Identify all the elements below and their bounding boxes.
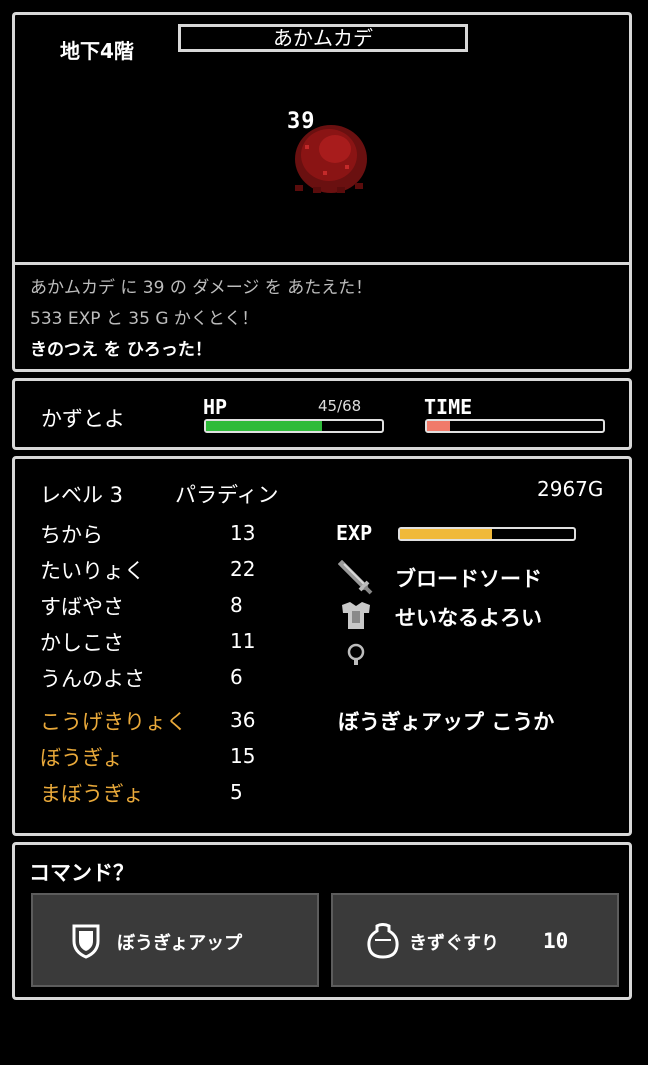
potion-label: きずぐすり — [409, 933, 499, 954]
stats-panel: レベル 3 パラディン 2967G ちから 13 たいりょく 22 すばやさ 8… — [12, 456, 632, 836]
command-panel: コマンド？ ぼうぎょアップ きずぐすり 10 — [12, 842, 632, 1000]
stat-value: 6 — [230, 665, 243, 689]
effect-label: ぼうぎょアップ こうか — [338, 710, 555, 734]
armor-icon — [342, 602, 370, 629]
exp-bar — [398, 527, 576, 541]
damage-number: 39 — [287, 109, 316, 134]
weapon-name: ブロードソード — [395, 567, 542, 591]
time-label: TIME — [424, 395, 473, 419]
potion-icon — [367, 923, 399, 959]
log-line: きのつえ を ひろった！ — [30, 340, 212, 360]
battle-panel: 地下4階 あかムカデ 39 — [12, 12, 632, 262]
potion-button[interactable]: きずぐすり 10 — [331, 893, 619, 987]
exp-bar-fill — [400, 529, 493, 539]
derived-stat-name: まぼうぎょ — [40, 782, 144, 806]
log-line: 533 EXP と 35 G かくとく！ — [30, 309, 259, 329]
stat-name: たいりょく — [40, 559, 145, 583]
stat-name: かしこさ — [40, 631, 124, 655]
stat-value: 13 — [230, 521, 256, 545]
command-prompt: コマンド？ — [29, 861, 134, 885]
enemy-name: あかムカデ — [178, 24, 468, 52]
stat-value: 11 — [230, 629, 256, 653]
log-line: あかムカデ に 39 の ダメージ を あたえた！ — [30, 278, 373, 298]
defend-up-button[interactable]: ぼうぎょアップ — [31, 893, 319, 987]
derived-stat-value: 15 — [230, 744, 256, 768]
potion-count: 10 — [543, 929, 569, 953]
shield-icon — [72, 924, 100, 959]
time-bar — [425, 419, 605, 433]
time-bar-fill — [427, 421, 450, 431]
hero-status-bar: かずとよ HP 45/68 TIME — [12, 378, 632, 450]
hp-label: HP — [203, 395, 228, 419]
level-label: レベル 3 — [40, 483, 124, 507]
stat-name: うんのよさ — [40, 667, 145, 691]
armor-name: せいなるよろい — [395, 606, 542, 630]
sword-icon — [338, 560, 373, 595]
hp-bar-fill — [206, 421, 323, 431]
floor-label: 地下4階 — [60, 39, 134, 63]
derived-stat-name: こうげきりょく — [40, 710, 187, 734]
hero-name: かずとよ — [41, 407, 125, 431]
derived-stat-value: 5 — [230, 780, 243, 804]
hp-value: 45/68 — [318, 397, 362, 415]
gold-label: 2967G — [537, 477, 604, 501]
stat-value: 22 — [230, 557, 256, 581]
stat-name: すばやさ — [40, 595, 124, 619]
accessory-icon — [347, 643, 365, 665]
hp-bar — [204, 419, 384, 433]
derived-stat-name: ぼうぎょ — [40, 746, 123, 770]
exp-label: EXP — [336, 521, 373, 545]
defend-up-label: ぼうぎょアップ — [117, 933, 243, 954]
message-log: あかムカデ に 39 の ダメージ を あたえた！ 533 EXP と 35 G… — [12, 262, 632, 372]
stat-name: ちから — [40, 523, 103, 547]
stat-value: 8 — [230, 593, 243, 617]
class-label: パラディン — [175, 483, 279, 507]
derived-stat-value: 36 — [230, 708, 256, 732]
